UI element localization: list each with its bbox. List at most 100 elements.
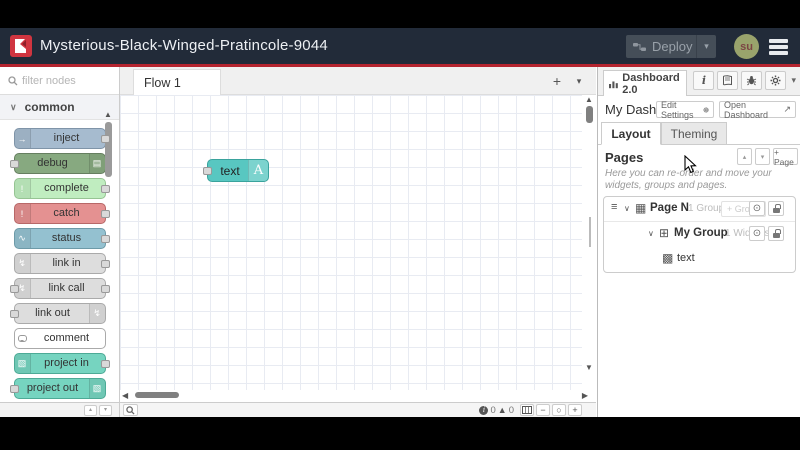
workspace-status-controls: i 0 ▲ 0 − ○ + (479, 404, 582, 416)
collapse-all-button[interactable]: ▴ (84, 405, 97, 416)
node-port (100, 260, 110, 268)
scroll-up-icon[interactable]: ▲ (104, 111, 112, 119)
zoom-reset-button[interactable]: ○ (552, 404, 566, 416)
widget-name: text (677, 252, 695, 264)
group-name: My Group (674, 227, 728, 239)
node-input-port[interactable] (203, 167, 212, 175)
workspace: Flow 1 + ▾ text A ▲ ▼ ◀ ▶ i 0 ▲ 0 − ○ + (120, 67, 596, 417)
info-count-icon: i (479, 405, 489, 415)
palette-node-catch[interactable]: ! catch (13, 203, 110, 224)
avatar-initials: su (740, 40, 753, 53)
palette-node-comment[interactable]: comment (13, 328, 106, 349)
warning-icon: ▲ (497, 405, 507, 415)
add-flow-button[interactable]: + (548, 73, 566, 89)
palette-footer: ▴ ▾ (0, 402, 119, 417)
tab-theming[interactable]: Theming (661, 122, 727, 145)
canvas-horizontal-scrollbar[interactable]: ◀ ▶ (120, 390, 596, 402)
chevron-down-icon[interactable]: ∨ (648, 229, 654, 238)
palette-node-debug[interactable]: ▤ debug (9, 153, 106, 174)
move-page-down-button[interactable]: ▾ (755, 148, 770, 165)
hscroll-thumb[interactable] (135, 392, 179, 398)
add-page-button[interactable]: + Page (773, 147, 798, 167)
flow-canvas[interactable]: text A (120, 95, 582, 390)
edit-settings-button[interactable]: Edit Settings (656, 99, 714, 120)
palette-node-inject[interactable]: → inject (13, 128, 110, 149)
node-port (9, 285, 19, 293)
palette-node-label: project in (44, 357, 89, 369)
info-tab-button[interactable]: i (693, 71, 715, 90)
zoom-out-button[interactable]: − (536, 404, 550, 416)
debug-tab-button[interactable] (741, 71, 763, 90)
project-icon: ▧ (88, 379, 105, 398)
group-visibility-button[interactable]: ⊙ (749, 226, 765, 241)
flow-list-caret-icon[interactable]: ▾ (570, 76, 588, 87)
vscroll-track-mark (589, 217, 591, 247)
header-bar: Mysterious-Black-Winged-Pratincole-9044 … (0, 28, 800, 67)
app-logo-icon[interactable] (10, 35, 32, 57)
tab-dashboard-2[interactable]: Dashboard 2.0 (603, 70, 687, 96)
page-visibility-button[interactable]: ⊙ (749, 201, 765, 216)
lock-icon (772, 204, 781, 213)
text-widget-icon: A (248, 160, 268, 181)
node-port (100, 210, 110, 218)
tree-row-widget[interactable]: ▩ text (604, 247, 795, 272)
palette-node-complete[interactable]: ! complete (13, 178, 110, 199)
palette-node-label: link call (48, 282, 85, 294)
tree-row-page[interactable]: ≡ ∨ ▦ Page N 1 Groups + Group ⊙ (604, 197, 795, 222)
help-tab-button[interactable] (717, 71, 739, 90)
zoom-in-button[interactable]: + (568, 404, 582, 416)
expand-all-button[interactable]: ▾ (99, 405, 112, 416)
move-page-up-button[interactable]: ▴ (737, 148, 752, 165)
palette-node-label: project out (26, 382, 79, 394)
main-menu-icon[interactable] (769, 39, 788, 57)
palette-search[interactable] (0, 67, 119, 95)
group-lock-button[interactable] (768, 226, 784, 241)
chevron-down-icon: ∨ (10, 101, 17, 112)
deploy-caret-icon[interactable]: ▾ (696, 35, 716, 58)
flow-node-text[interactable]: text A (203, 159, 269, 182)
canvas-vertical-scrollbar[interactable]: ▲ ▼ (582, 95, 596, 390)
palette-scrollbar[interactable]: ▲ (104, 111, 112, 177)
palette-node-label: status (51, 232, 82, 244)
tab-layout[interactable]: Layout (601, 122, 661, 145)
palette-node-status[interactable]: ∿ status (13, 228, 110, 249)
tree-row-group[interactable]: ∨ ⊞ My Group 1 Widgets ⊙ (604, 222, 795, 247)
node-port (100, 185, 110, 193)
warning-count: 0 (508, 404, 514, 416)
pages-help-text: Here you can re-order and move your widg… (605, 168, 772, 191)
palette-node-project-out[interactable]: ▧ project out (9, 378, 106, 399)
tab-flow-1[interactable]: Flow 1 (133, 69, 221, 95)
image-widget-icon: ▩ (662, 251, 674, 265)
canvas-search-button[interactable] (123, 404, 138, 416)
gear-icon (770, 75, 781, 86)
palette-node-label: complete (44, 182, 89, 194)
drag-handle-icon[interactable]: ≡ (611, 201, 617, 213)
settings-tab-button[interactable] (765, 71, 787, 90)
palette-category-common[interactable]: ∨ common (0, 95, 119, 120)
page-lock-button[interactable] (768, 201, 784, 216)
palette-node-link-in[interactable]: ↯ link in (13, 253, 110, 274)
user-avatar[interactable]: su (734, 34, 759, 59)
chart-bars-icon (609, 80, 618, 88)
vscroll-thumb[interactable] (585, 106, 593, 123)
screen: Mysterious-Black-Winged-Pratincole-9044 … (0, 0, 800, 450)
node-port (100, 285, 110, 293)
scroll-left-icon[interactable]: ◀ (122, 391, 128, 400)
palette-scrollbar-thumb[interactable] (104, 122, 112, 177)
scroll-up-icon[interactable]: ▲ (582, 95, 596, 104)
scroll-down-icon[interactable]: ▼ (582, 363, 596, 372)
edit-settings-label: Edit Settings (661, 99, 694, 120)
palette-node-project-in[interactable]: ▧ project in (13, 353, 110, 374)
chevron-down-icon[interactable]: ∨ (624, 204, 630, 213)
navigator-button[interactable] (520, 404, 534, 416)
open-dashboard-button[interactable]: Open Dashboard ↗ (719, 100, 796, 120)
search-icon (8, 75, 18, 85)
deploy-button[interactable]: Deploy ▾ (626, 35, 716, 58)
mouse-cursor (684, 155, 697, 174)
sidebar-caret-icon[interactable]: ▾ (791, 75, 796, 86)
filter-nodes-input[interactable] (22, 74, 102, 87)
palette-node-link-out[interactable]: ↯ link out (9, 303, 106, 324)
palette-node-link-call[interactable]: ↯ link call (9, 278, 110, 299)
node-port (9, 310, 19, 318)
scroll-right-icon[interactable]: ▶ (582, 391, 588, 400)
